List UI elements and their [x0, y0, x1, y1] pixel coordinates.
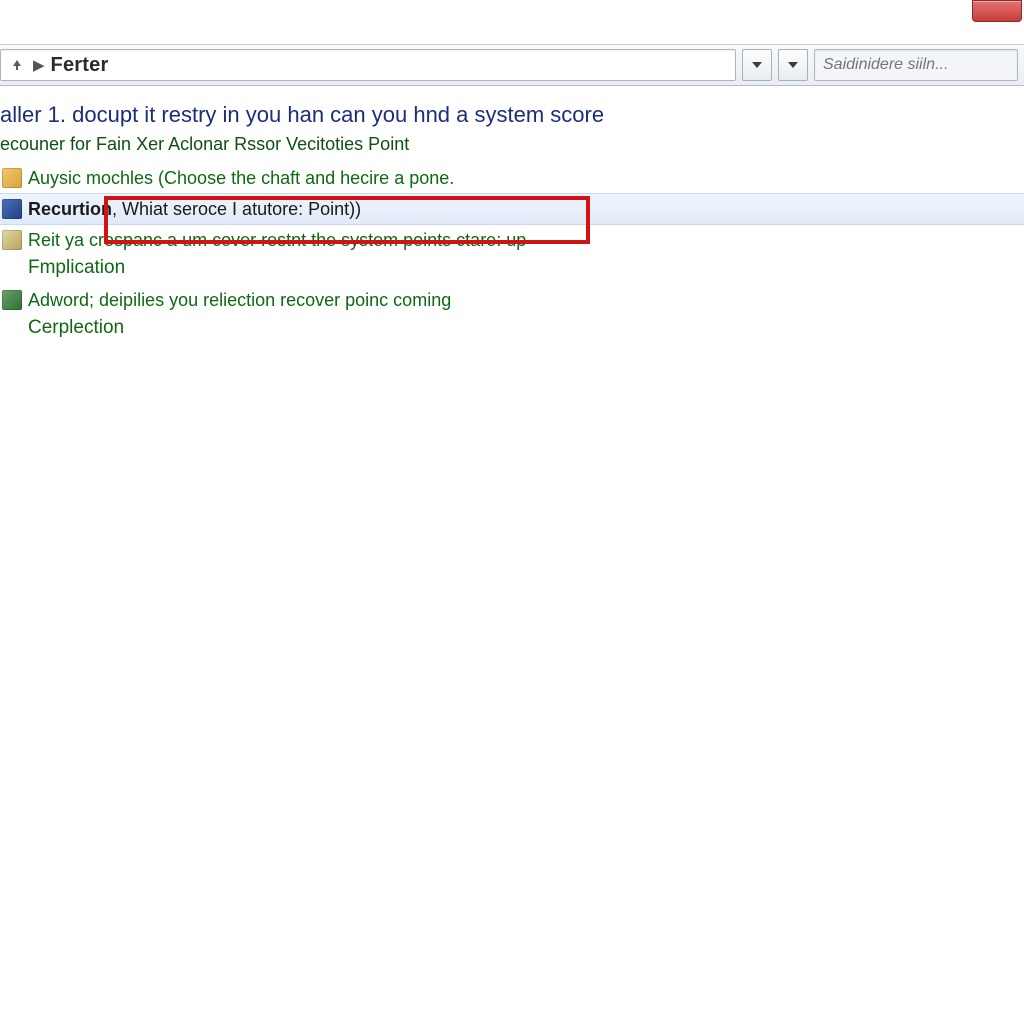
refresh-dropdown-button[interactable] — [778, 49, 808, 81]
nav-up-button[interactable] — [3, 52, 31, 78]
page-title: aller 1. docupt it restry in you han can… — [0, 102, 1010, 128]
search-box[interactable] — [814, 49, 1018, 81]
app-icon — [2, 199, 22, 219]
result-item-2-text: Reit ya crespanc a um cover restnt the s… — [28, 230, 526, 251]
breadcrumb-current[interactable]: Ferter — [51, 54, 109, 77]
sub-link-1[interactable]: Fmplication — [28, 257, 1024, 279]
breadcrumb-separator-icon: ▶ — [33, 56, 45, 74]
shield-icon — [2, 168, 22, 188]
disk-icon — [2, 230, 22, 250]
breadcrumb-box[interactable]: ▶ Ferter — [0, 49, 736, 81]
content-pane: aller 1. docupt it restry in you han can… — [0, 90, 1024, 1024]
result-item-3-text: Adword; deipilies you reliection recover… — [28, 290, 451, 311]
window-close-button[interactable] — [972, 0, 1022, 22]
result-item-1[interactable]: Recurtion , Whiat seroce I atutore: Poin… — [0, 193, 1024, 225]
search-input[interactable] — [821, 55, 1011, 75]
page-subtitle: ecouner for Fain Xer Aclonar Rssor Vecit… — [0, 134, 1010, 155]
result-item-0-text: Auysic mochles (Choose the chaft and hec… — [28, 168, 454, 189]
result-item-3[interactable]: Adword; deipilies you reliection recover… — [0, 285, 1024, 315]
note-icon — [2, 290, 22, 310]
address-toolbar: ▶ Ferter — [0, 44, 1024, 86]
result-item-0[interactable]: Auysic mochles (Choose the chaft and hec… — [0, 163, 1024, 193]
result-item-1-title: Recurtion — [28, 199, 112, 220]
result-item-1-text: , Whiat seroce I atutore: Point)) — [112, 199, 361, 220]
sub-link-2[interactable]: Cerplection — [28, 317, 1024, 339]
result-item-2[interactable]: Reit ya crespanc a um cover restnt the s… — [0, 225, 1024, 255]
history-dropdown-button[interactable] — [742, 49, 772, 81]
